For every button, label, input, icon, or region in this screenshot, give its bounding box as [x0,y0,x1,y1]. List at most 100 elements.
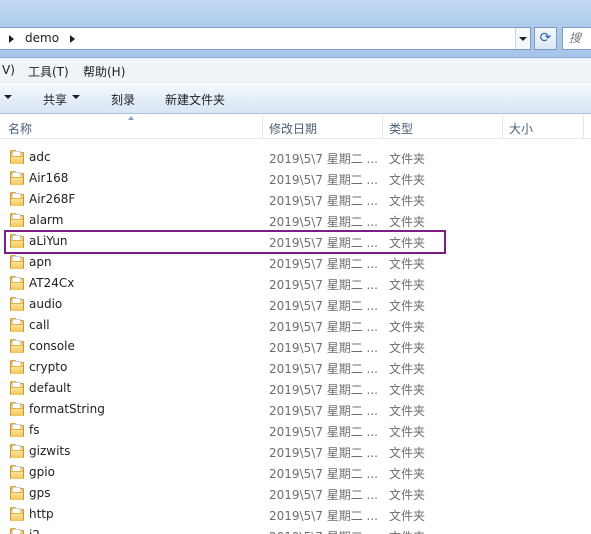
column-modified[interactable]: 修改日期 [269,120,317,137]
file-type: 文件夹 [389,320,426,334]
file-type: 文件夹 [389,488,426,502]
file-row[interactable]: crypto 2019\5\7 星期二 ... 文件夹 [0,357,591,378]
file-type: 文件夹 [389,173,426,187]
menu-tools[interactable]: 工具(T) [28,63,69,80]
folder-icon [10,486,24,500]
file-row[interactable]: default 2019\5\7 星期二 ... 文件夹 [0,378,591,399]
file-row[interactable]: http 2019\5\7 星期二 ... 文件夹 [0,504,591,525]
column-divider[interactable] [262,115,263,139]
file-type: 文件夹 [389,404,426,418]
breadcrumb-chevron-icon[interactable] [70,35,75,43]
folder-icon [10,465,24,479]
sort-ascending-icon [128,116,134,120]
file-row[interactable]: audio 2019\5\7 星期二 ... 文件夹 [0,294,591,315]
share-button[interactable]: 共享 [43,91,67,108]
burn-button[interactable]: 刻录 [111,91,135,108]
file-name: formatString [29,402,105,416]
file-date: 2019\5\7 星期二 ... [269,194,378,208]
file-row[interactable]: console 2019\5\7 星期二 ... 文件夹 [0,336,591,357]
column-type[interactable]: 类型 [389,120,413,137]
file-type: 文件夹 [389,467,426,481]
folder-icon [10,423,24,437]
file-type: 文件夹 [389,215,426,229]
file-row[interactable]: gpio 2019\5\7 星期二 ... 文件夹 [0,462,591,483]
file-name: gps [29,486,51,500]
file-type: 文件夹 [389,299,426,313]
file-row[interactable]: apn 2019\5\7 星期二 ... 文件夹 [0,252,591,273]
file-row[interactable]: Air268F 2019\5\7 星期二 ... 文件夹 [0,189,591,210]
file-type: 文件夹 [389,528,425,534]
file-row[interactable]: call 2019\5\7 星期二 ... 文件夹 [0,315,591,336]
file-date: 2019\5\7 星期二 ... [269,173,378,187]
folder-icon [10,360,24,374]
refresh-icon: ⟳ [539,30,552,46]
organize-dropdown-icon[interactable] [4,95,12,99]
file-row[interactable]: gps 2019\5\7 星期二 ... 文件夹 [0,483,591,504]
column-name[interactable]: 名称 [8,120,32,137]
folder-icon [10,150,24,164]
folder-icon [10,276,24,290]
file-row[interactable]: Air168 2019\5\7 星期二 ... 文件夹 [0,168,591,189]
column-divider[interactable] [583,115,584,139]
file-name: apn [29,255,52,269]
file-name: adc [29,150,51,164]
file-name: i2 [29,528,40,534]
menu-view[interactable]: V) [2,63,15,77]
highlight-box [4,230,446,254]
menu-bar: V) 工具(T) 帮助(H) [0,58,591,83]
address-bar[interactable]: demo [0,27,531,50]
share-dropdown-icon[interactable] [72,95,80,99]
file-date: 2019\5\7 星期二 ... [269,257,378,271]
file-row[interactable]: i2 2019\5\7 星期二 ... 文件夹 [0,525,591,534]
column-headers: 名称 修改日期 类型 大小 [0,115,591,139]
file-type: 文件夹 [389,257,426,271]
file-name: call [29,318,50,332]
column-size[interactable]: 大小 [509,120,533,137]
menu-help[interactable]: 帮助(H) [83,63,125,80]
column-divider[interactable] [502,115,503,139]
file-date: 2019\5\7 星期二 ... [269,278,378,292]
address-dropdown-button[interactable] [515,28,530,49]
command-toolbar: 共享 刻录 新建文件夹 [0,84,591,114]
refresh-button[interactable]: ⟳ [534,27,557,50]
file-date: 2019\5\7 星期二 ... [269,320,378,334]
file-type: 文件夹 [389,341,426,355]
file-row[interactable]: gizwits 2019\5\7 星期二 ... 文件夹 [0,441,591,462]
file-row[interactable]: AT24Cx 2019\5\7 星期二 ... 文件夹 [0,273,591,294]
file-row[interactable]: adc 2019\5\7 星期二 ... 文件夹 [0,147,591,168]
file-name: http [29,507,54,521]
file-row[interactable]: alarm 2019\5\7 星期二 ... 文件夹 [0,210,591,231]
file-name: console [29,339,75,353]
folder-icon [10,444,24,458]
file-date: 2019\5\7 星期二 ... [269,383,378,397]
file-type: 文件夹 [389,509,426,523]
folder-icon [10,318,24,332]
file-type: 文件夹 [389,425,426,439]
file-date: 2019\5\7 星期二 ... [269,446,378,460]
folder-icon [10,192,24,206]
file-date: 2019\5\7 星期二 ... [269,299,378,313]
breadcrumb-demo[interactable]: demo [25,31,59,45]
folder-icon [10,402,24,416]
file-name: gpio [29,465,55,479]
column-divider[interactable] [382,115,383,139]
file-date: 2019\5\7 星期二 ... [269,152,378,166]
folder-icon [10,381,24,395]
file-type: 文件夹 [389,446,426,460]
file-row[interactable]: fs 2019\5\7 星期二 ... 文件夹 [0,420,591,441]
breadcrumb-arrow-icon[interactable] [9,35,14,43]
new-folder-button[interactable]: 新建文件夹 [165,91,225,108]
file-name: Air268F [29,192,76,206]
file-type: 文件夹 [389,194,426,208]
file-date: 2019\5\7 星期二 ... [269,509,378,523]
file-row[interactable]: formatString 2019\5\7 星期二 ... 文件夹 [0,399,591,420]
file-name: AT24Cx [29,276,75,290]
file-date: 2019\5\7 星期二 ... [269,528,378,534]
file-name: crypto [29,360,68,374]
folder-icon [10,171,24,185]
folder-icon [10,213,24,227]
folder-icon [10,255,24,269]
file-name: audio [29,297,63,311]
search-input[interactable]: 搜 [562,27,591,50]
file-date: 2019\5\7 星期二 ... [269,362,378,376]
